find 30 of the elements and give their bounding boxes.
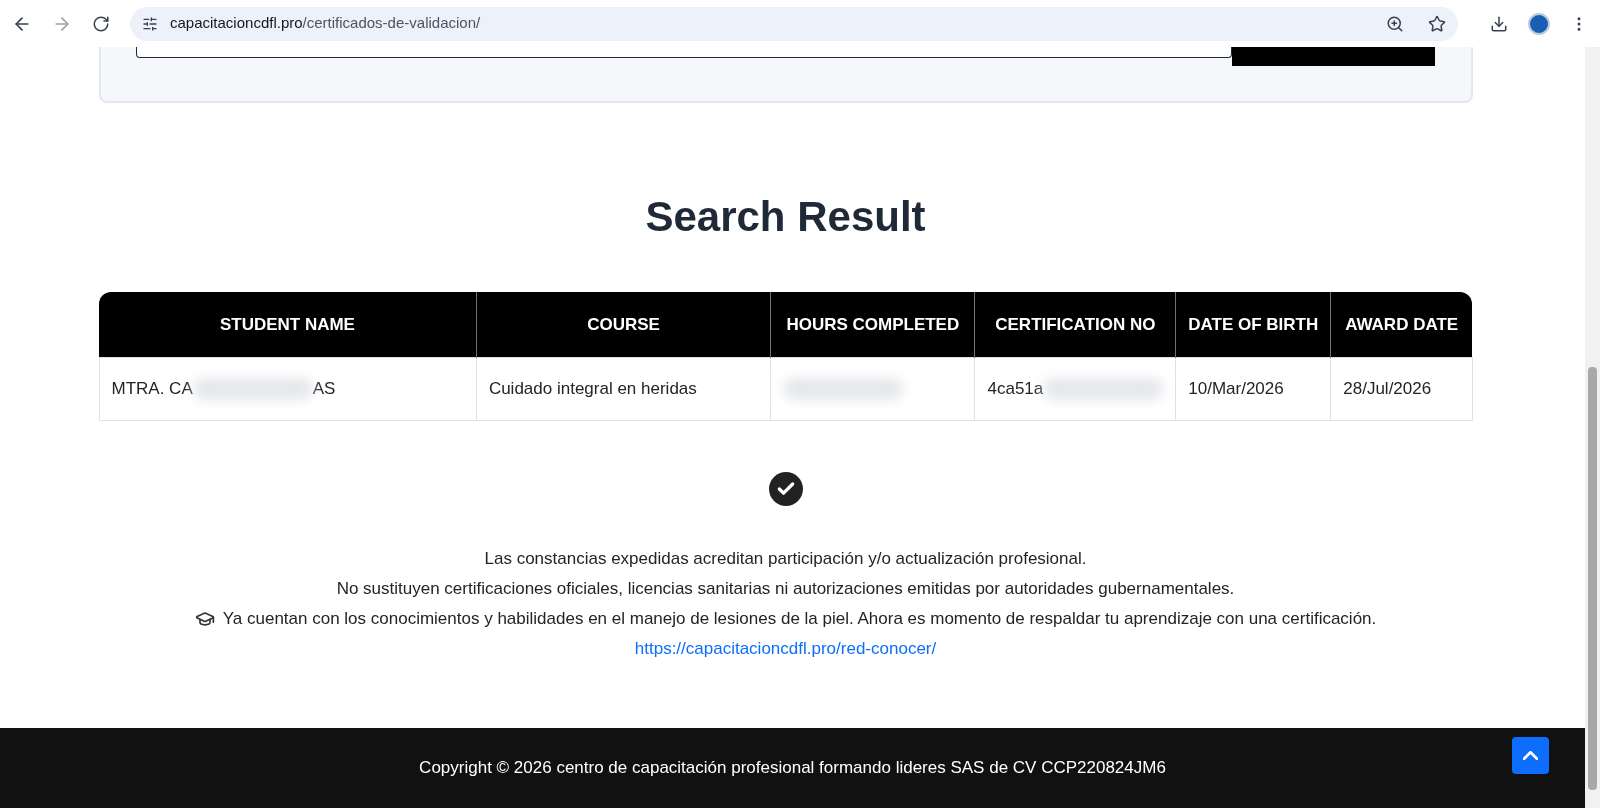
copyright-text: Copyright © 2026 centro de capacitación profesional formando lideres SAS de CV CCP220824JM6	[419, 757, 1166, 780]
column-header: STUDENT NAME	[99, 292, 477, 357]
profile-avatar[interactable]	[1528, 12, 1550, 35]
column-header: COURSE	[476, 292, 771, 357]
notice-text: Las constancias expedidas acreditan participación y/o actualización profesional.	[484, 547, 1087, 570]
reload-icon[interactable]	[92, 14, 110, 33]
page-heading: Search Result	[645, 192, 926, 242]
table-cell: MTRA. CA AS	[99, 357, 477, 420]
scrollbar-thumb[interactable]	[1588, 367, 1597, 790]
table-cell: 10/Mar/2026	[1175, 357, 1331, 420]
address-bar[interactable]: capacitacioncdfl.pro/certificados-de-validacion/	[130, 6, 1458, 41]
table-cell: Cuidado integral en heridas	[476, 357, 771, 420]
site-info-icon[interactable]	[142, 15, 158, 32]
bookmark-star-icon[interactable]	[1428, 14, 1446, 33]
url-text: capacitacioncdfl.pro/certificados-de-validacion/	[170, 13, 482, 34]
notice-text: Ya cuentan con los conocimientos y habilidades en el manejo de lesiones de la piel. Ahora es momento de respaldar tu aprendizaje con una certificación.	[194, 603, 1377, 634]
table-cell: 4ca51a	[974, 357, 1176, 420]
column-header: AWARD DATE	[1330, 292, 1472, 357]
website-link[interactable]: https://capacitacioncdfl.pro/red-conocer/	[634, 633, 937, 664]
notice-text: No sustituyen certificaciones oficiales, licencias sanitarias ni autorizaciones emitidas por autoridades gubernamentales.	[336, 577, 1235, 600]
table-cell: 28/Jul/2026	[1330, 357, 1472, 420]
scrollbar[interactable]	[1585, 47, 1600, 808]
download-icon[interactable]	[1490, 14, 1508, 33]
search-field[interactable]	[135, 47, 1232, 58]
column-header: CERTIFICATION NO	[974, 292, 1176, 357]
column-header: DATE OF BIRTH	[1175, 292, 1331, 357]
back-to-top-button[interactable]	[1512, 737, 1549, 774]
column-header: HOURS COMPLETED	[770, 292, 975, 357]
zoom-icon[interactable]	[1386, 14, 1404, 33]
chevron-up-icon	[1523, 751, 1538, 760]
